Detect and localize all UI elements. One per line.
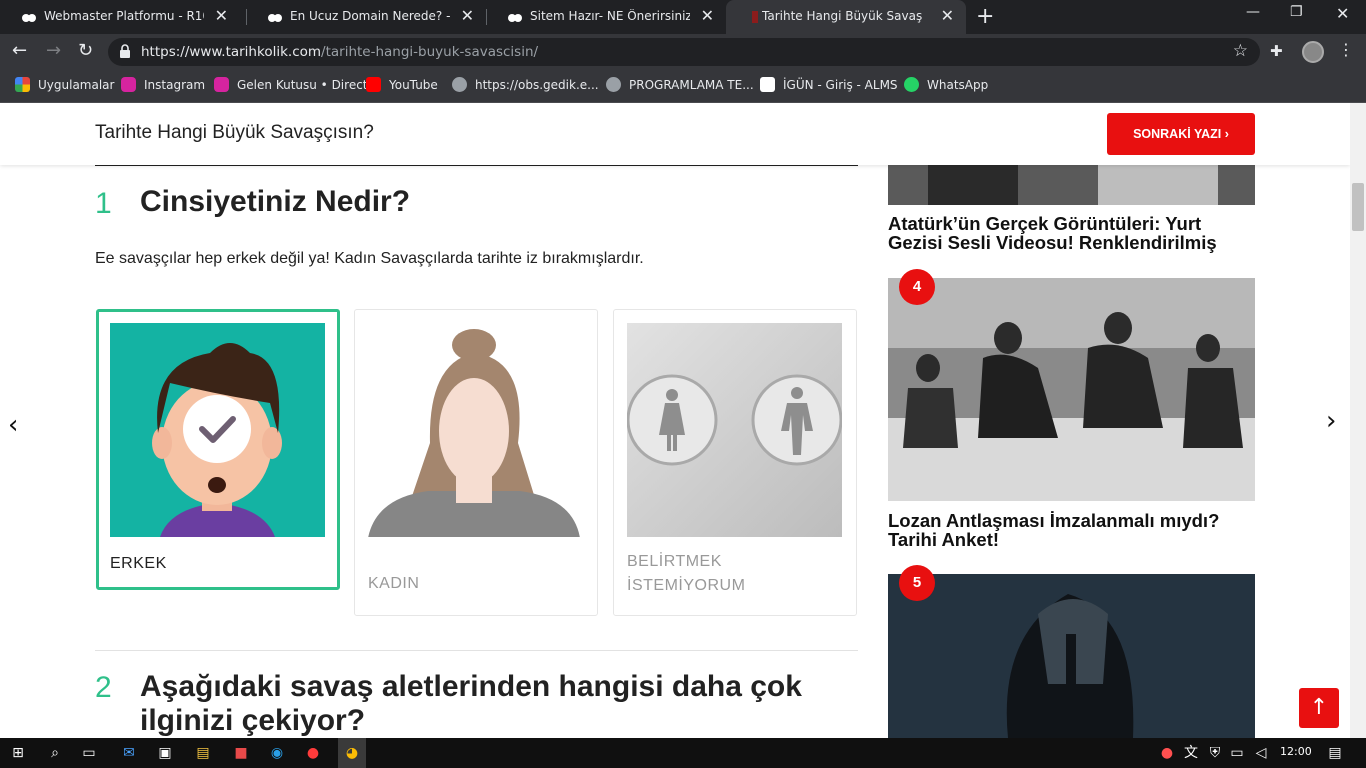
- whatsapp-icon: [904, 77, 919, 92]
- chrome-taskbar-icon[interactable]: ◕: [338, 738, 366, 768]
- windows-taskbar: ⊞ ⌕ ▭ ✉ ▣ ▤ ■ ◉ ● ◕ ● 文 ⛨ ▭ ◁ 12:00 ▤: [0, 738, 1366, 768]
- answer-label: KADIN: [368, 575, 420, 592]
- lozan-treaty-photo[interactable]: [888, 278, 1255, 501]
- notification-app-icon[interactable]: ●: [1158, 744, 1176, 762]
- clock[interactable]: 12:00: [1280, 745, 1312, 758]
- windows-start-icon[interactable]: ⊞: [9, 744, 27, 762]
- youtube-icon: [366, 77, 381, 92]
- bookmark-apps[interactable]: Uygulamalar: [15, 77, 114, 95]
- sidebar-post-title[interactable]: Lozan Antlaşması İmzalanmalı mıydı? Tari…: [888, 511, 1268, 549]
- rank-badge: 5: [899, 565, 935, 601]
- question-description: Ee savaşçılar hep erkek değil ya! Kadın …: [95, 250, 644, 267]
- web-page: Tarihte Hangi Büyük Savaşçısın? SONRAKİ …: [0, 103, 1366, 738]
- file-explorer-icon[interactable]: ▤: [194, 744, 212, 762]
- bookmark-youtube[interactable]: YouTube: [366, 77, 438, 95]
- restore-icon[interactable]: ❐: [1290, 4, 1303, 20]
- r10-favicon-icon: [22, 14, 36, 22]
- record-icon[interactable]: ●: [304, 744, 322, 762]
- browser-tab-active[interactable]: Tarihte Hangi Büyük Savaşçısın? T ✕: [726, 0, 966, 34]
- apps-grid-icon: [15, 77, 30, 92]
- address-bar[interactable]: https://www.tarihkolik.com/tarihte-hangi…: [108, 38, 1260, 66]
- language-icon[interactable]: 文: [1182, 744, 1200, 762]
- next-post-button[interactable]: SONRAKİ YAZI ›: [1107, 113, 1255, 155]
- window-close-icon[interactable]: ✕: [1336, 4, 1349, 23]
- tab-title: Sitem Hazır- NE Önerirsiniz? - R1(: [530, 9, 690, 23]
- network-icon[interactable]: ▭: [1228, 744, 1246, 762]
- next-arrow-icon[interactable]: ›: [1326, 406, 1336, 436]
- man-avatar-image: [110, 323, 325, 537]
- bookmark-whatsapp[interactable]: WhatsApp: [904, 77, 988, 95]
- question-number: 1: [95, 187, 112, 220]
- question-title: Aşağıdaki savaş aletlerinden hangisi dah…: [140, 670, 802, 737]
- answer-card-erkek[interactable]: ERKEK: [96, 309, 340, 590]
- bookmark-obs[interactable]: https://obs.gedik.e...: [452, 77, 599, 95]
- mail-icon[interactable]: ✉: [120, 744, 138, 762]
- bookmark-programlama[interactable]: PROGRAMLAMA TE...: [606, 77, 754, 95]
- answer-card-kadin[interactable]: KADIN: [354, 309, 598, 616]
- browser-toolbar: ← → ↻ https://www.tarihkolik.com/tarihte…: [0, 34, 1366, 70]
- back-icon[interactable]: ←: [12, 40, 27, 62]
- tab-close-icon[interactable]: ✕: [461, 7, 474, 25]
- action-center-icon[interactable]: ▤: [1326, 744, 1344, 762]
- prev-arrow-icon[interactable]: ‹: [8, 410, 18, 440]
- tab-title: En Ucuz Domain Nerede? - R10.n: [290, 9, 450, 23]
- tarihkolik-favicon-icon: [752, 11, 758, 23]
- tab-close-icon[interactable]: ✕: [941, 7, 954, 25]
- browser-tab[interactable]: Sitem Hazır- NE Önerirsiniz? - R1( ✕: [486, 0, 726, 34]
- tab-title: Webmaster Platformu - R10.net: [44, 9, 204, 23]
- answer-card-belirtmek-istemiyorum[interactable]: BELİRTMEK İSTEMİYORUM: [613, 309, 857, 616]
- spartan-warrior-photo[interactable]: [888, 574, 1255, 738]
- alms-icon: [760, 77, 775, 92]
- task-view-icon[interactable]: ▭: [80, 744, 98, 762]
- restroom-sign-image: [627, 323, 842, 537]
- new-tab-icon[interactable]: +: [976, 4, 994, 29]
- browser-tab-strip: Webmaster Platformu - R10.net ✕ En Ucuz …: [0, 0, 1366, 34]
- forward-icon[interactable]: →: [46, 40, 61, 62]
- page-title: Tarihte Hangi Büyük Savaşçısın?: [95, 122, 374, 143]
- minimize-icon[interactable]: —: [1246, 4, 1260, 20]
- tab-close-icon[interactable]: ✕: [215, 7, 228, 25]
- bookmark-instagram[interactable]: Instagram: [121, 77, 205, 95]
- question-title: Cinsiyetiniz Nedir?: [140, 185, 411, 218]
- edge-icon[interactable]: ◉: [268, 744, 286, 762]
- profile-avatar[interactable]: [1302, 41, 1324, 63]
- question-number: 2: [95, 671, 112, 704]
- browser-tab[interactable]: Webmaster Platformu - R10.net ✕: [0, 0, 240, 34]
- volume-icon[interactable]: ◁: [1252, 744, 1270, 762]
- globe-icon: [452, 77, 467, 92]
- globe-icon: [606, 77, 621, 92]
- woman-avatar-image: [368, 323, 583, 537]
- reload-icon[interactable]: ↻: [78, 40, 93, 62]
- security-icon[interactable]: ⛨: [1206, 744, 1224, 762]
- app-icon[interactable]: ■: [232, 744, 250, 762]
- extensions-icon[interactable]: ✚: [1270, 42, 1283, 60]
- r10-favicon-icon: [268, 14, 282, 22]
- store-icon[interactable]: ▣: [156, 744, 174, 762]
- search-icon[interactable]: ⌕: [46, 744, 64, 762]
- sidebar-post-title[interactable]: Atatürk’ün Gerçek Görüntüleri: Yurt Gezi…: [888, 214, 1268, 252]
- instagram-icon: [214, 77, 229, 92]
- url-text: https://www.tarihkolik.com/tarihte-hangi…: [141, 44, 539, 60]
- bookmarks-bar: Uygulamalar Instagram Gelen Kutusu • Dir…: [0, 70, 1366, 103]
- tab-title: Tarihte Hangi Büyük Savaşçısın? T: [762, 9, 922, 23]
- bookmark-igun[interactable]: İGÜN - Giriş - ALMS: [760, 77, 898, 95]
- scroll-to-top-button[interactable]: ↑: [1299, 688, 1339, 728]
- r10-favicon-icon: [508, 14, 522, 22]
- bookmark-instagram-direct[interactable]: Gelen Kutusu • Direct: [214, 77, 368, 95]
- answer-label: ERKEK: [110, 555, 167, 572]
- bookmark-star-icon[interactable]: ☆: [1233, 41, 1248, 61]
- site-header: Tarihte Hangi Büyük Savaşçısın? SONRAKİ …: [0, 103, 1350, 165]
- instagram-icon: [121, 77, 136, 92]
- browser-tab[interactable]: En Ucuz Domain Nerede? - R10.n ✕: [246, 0, 486, 34]
- answer-label: BELİRTMEK İSTEMİYORUM: [627, 553, 746, 594]
- menu-icon[interactable]: ⋮: [1338, 40, 1354, 59]
- rank-badge: 4: [899, 269, 935, 305]
- tab-close-icon[interactable]: ✕: [701, 7, 714, 25]
- scrollbar-thumb[interactable]: [1352, 183, 1364, 231]
- lock-icon: [120, 44, 130, 58]
